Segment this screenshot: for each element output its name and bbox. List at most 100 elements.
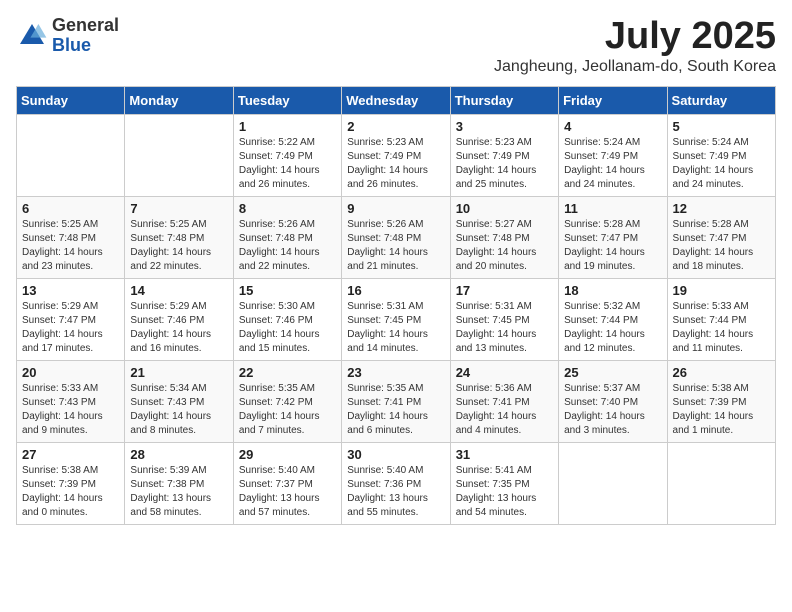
day-number: 30: [347, 447, 444, 462]
day-number: 20: [22, 365, 119, 380]
logo-text: General Blue: [52, 16, 119, 56]
day-info: Sunrise: 5:33 AMSunset: 7:43 PMDaylight:…: [22, 382, 119, 438]
day-number: 10: [456, 201, 553, 216]
day-number: 13: [22, 283, 119, 298]
day-info: Sunrise: 5:40 AMSunset: 7:36 PMDaylight:…: [347, 464, 444, 520]
calendar-cell: 17 Sunrise: 5:31 AMSunset: 7:45 PMDayligh…: [450, 278, 558, 360]
day-number: 21: [130, 365, 227, 380]
calendar-cell: 21 Sunrise: 5:34 AMSunset: 7:43 PMDayligh…: [125, 360, 233, 442]
day-number: 15: [239, 283, 336, 298]
calendar-cell: [125, 114, 233, 196]
day-number: 27: [22, 447, 119, 462]
calendar-cell: 16 Sunrise: 5:31 AMSunset: 7:45 PMDayligh…: [342, 278, 450, 360]
day-info: Sunrise: 5:24 AMSunset: 7:49 PMDaylight:…: [673, 136, 770, 192]
day-info: Sunrise: 5:41 AMSunset: 7:35 PMDaylight:…: [456, 464, 553, 520]
calendar-cell: 10Sunrise: 5:27 AMSunset: 7:48 PMDayligh…: [450, 196, 558, 278]
day-of-week-header: Monday: [125, 86, 233, 114]
calendar-cell: 29 Sunrise: 5:40 AMSunset: 7:37 PMDayligh…: [233, 442, 341, 524]
day-info: Sunrise: 5:38 AMSunset: 7:39 PMDaylight:…: [673, 382, 770, 438]
day-info: Sunrise: 5:35 AMSunset: 7:41 PMDaylight:…: [347, 382, 444, 438]
calendar-week-row: 27 Sunrise: 5:38 AMSunset: 7:39 PMDayligh…: [17, 442, 776, 524]
day-number: 31: [456, 447, 553, 462]
calendar-cell: 20 Sunrise: 5:33 AMSunset: 7:43 PMDayligh…: [17, 360, 125, 442]
day-info: Sunrise: 5:26 AMSunset: 7:48 PMDaylight:…: [239, 218, 336, 274]
calendar-week-row: 6 Sunrise: 5:25 AMSunset: 7:48 PMDaylight…: [17, 196, 776, 278]
calendar-cell: 1 Sunrise: 5:22 AMSunset: 7:49 PMDaylight…: [233, 114, 341, 196]
day-info: Sunrise: 5:22 AMSunset: 7:49 PMDaylight:…: [239, 136, 336, 192]
day-info: Sunrise: 5:24 AMSunset: 7:49 PMDaylight:…: [564, 136, 661, 192]
day-number: 26: [673, 365, 770, 380]
day-number: 16: [347, 283, 444, 298]
day-number: 3: [456, 119, 553, 134]
day-info: Sunrise: 5:23 AMSunset: 7:49 PMDaylight:…: [347, 136, 444, 192]
title-area: July 2025 Jangheung, Jeollanam-do, South…: [494, 16, 776, 76]
day-info: Sunrise: 5:29 AMSunset: 7:46 PMDaylight:…: [130, 300, 227, 356]
calendar-cell: 12 Sunrise: 5:28 AMSunset: 7:47 PMDayligh…: [667, 196, 775, 278]
logo-icon: [16, 20, 48, 52]
day-number: 4: [564, 119, 661, 134]
day-number: 29: [239, 447, 336, 462]
day-info: Sunrise: 5:40 AMSunset: 7:37 PMDaylight:…: [239, 464, 336, 520]
calendar-body: 1 Sunrise: 5:22 AMSunset: 7:49 PMDaylight…: [17, 114, 776, 524]
day-info: Sunrise: 5:31 AMSunset: 7:45 PMDaylight:…: [456, 300, 553, 356]
day-info: Sunrise: 5:37 AMSunset: 7:40 PMDaylight:…: [564, 382, 661, 438]
day-number: 1: [239, 119, 336, 134]
month-title: July 2025: [494, 16, 776, 58]
calendar: SundayMondayTuesdayWednesdayThursdayFrid…: [16, 86, 776, 525]
day-number: 8: [239, 201, 336, 216]
day-number: 22: [239, 365, 336, 380]
calendar-cell: 19Sunrise: 5:33 AMSunset: 7:44 PMDayligh…: [667, 278, 775, 360]
calendar-cell: 11Sunrise: 5:28 AMSunset: 7:47 PMDayligh…: [559, 196, 667, 278]
day-info: Sunrise: 5:23 AMSunset: 7:49 PMDaylight:…: [456, 136, 553, 192]
calendar-cell: 14Sunrise: 5:29 AMSunset: 7:46 PMDayligh…: [125, 278, 233, 360]
calendar-week-row: 13 Sunrise: 5:29 AMSunset: 7:47 PMDayligh…: [17, 278, 776, 360]
day-info: Sunrise: 5:30 AMSunset: 7:46 PMDaylight:…: [239, 300, 336, 356]
calendar-cell: 24 Sunrise: 5:36 AMSunset: 7:41 PMDayligh…: [450, 360, 558, 442]
day-info: Sunrise: 5:34 AMSunset: 7:43 PMDaylight:…: [130, 382, 227, 438]
calendar-week-row: 20 Sunrise: 5:33 AMSunset: 7:43 PMDayligh…: [17, 360, 776, 442]
day-of-week-header: Tuesday: [233, 86, 341, 114]
calendar-cell: 8 Sunrise: 5:26 AMSunset: 7:48 PMDaylight…: [233, 196, 341, 278]
calendar-cell: [559, 442, 667, 524]
calendar-header: SundayMondayTuesdayWednesdayThursdayFrid…: [17, 86, 776, 114]
calendar-cell: 26 Sunrise: 5:38 AMSunset: 7:39 PMDayligh…: [667, 360, 775, 442]
day-info: Sunrise: 5:25 AMSunset: 7:48 PMDaylight:…: [130, 218, 227, 274]
calendar-cell: 2 Sunrise: 5:23 AMSunset: 7:49 PMDaylight…: [342, 114, 450, 196]
calendar-header-row: SundayMondayTuesdayWednesdayThursdayFrid…: [17, 86, 776, 114]
day-number: 17: [456, 283, 553, 298]
calendar-cell: [17, 114, 125, 196]
day-number: 6: [22, 201, 119, 216]
location-title: Jangheung, Jeollanam-do, South Korea: [494, 58, 776, 76]
day-number: 7: [130, 201, 227, 216]
logo: General Blue: [16, 16, 119, 56]
day-number: 5: [673, 119, 770, 134]
logo-general: General: [52, 16, 119, 36]
calendar-cell: 15 Sunrise: 5:30 AMSunset: 7:46 PMDayligh…: [233, 278, 341, 360]
calendar-cell: 25 Sunrise: 5:37 AMSunset: 7:40 PMDayligh…: [559, 360, 667, 442]
day-info: Sunrise: 5:38 AMSunset: 7:39 PMDaylight:…: [22, 464, 119, 520]
day-of-week-header: Sunday: [17, 86, 125, 114]
day-info: Sunrise: 5:36 AMSunset: 7:41 PMDaylight:…: [456, 382, 553, 438]
calendar-cell: [667, 442, 775, 524]
day-number: 18: [564, 283, 661, 298]
day-info: Sunrise: 5:31 AMSunset: 7:45 PMDaylight:…: [347, 300, 444, 356]
calendar-cell: 6 Sunrise: 5:25 AMSunset: 7:48 PMDaylight…: [17, 196, 125, 278]
header: General Blue July 2025 Jangheung, Jeolla…: [16, 16, 776, 76]
day-info: Sunrise: 5:32 AMSunset: 7:44 PMDaylight:…: [564, 300, 661, 356]
calendar-cell: 4 Sunrise: 5:24 AMSunset: 7:49 PMDaylight…: [559, 114, 667, 196]
day-info: Sunrise: 5:25 AMSunset: 7:48 PMDaylight:…: [22, 218, 119, 274]
day-of-week-header: Wednesday: [342, 86, 450, 114]
day-number: 9: [347, 201, 444, 216]
day-info: Sunrise: 5:28 AMSunset: 7:47 PMDaylight:…: [564, 218, 661, 274]
calendar-cell: 28Sunrise: 5:39 AMSunset: 7:38 PMDayligh…: [125, 442, 233, 524]
day-number: 2: [347, 119, 444, 134]
day-number: 25: [564, 365, 661, 380]
day-info: Sunrise: 5:29 AMSunset: 7:47 PMDaylight:…: [22, 300, 119, 356]
calendar-cell: 13 Sunrise: 5:29 AMSunset: 7:47 PMDayligh…: [17, 278, 125, 360]
day-info: Sunrise: 5:39 AMSunset: 7:38 PMDaylight:…: [130, 464, 227, 520]
day-info: Sunrise: 5:35 AMSunset: 7:42 PMDaylight:…: [239, 382, 336, 438]
day-number: 12: [673, 201, 770, 216]
day-info: Sunrise: 5:28 AMSunset: 7:47 PMDaylight:…: [673, 218, 770, 274]
day-of-week-header: Friday: [559, 86, 667, 114]
day-number: 24: [456, 365, 553, 380]
